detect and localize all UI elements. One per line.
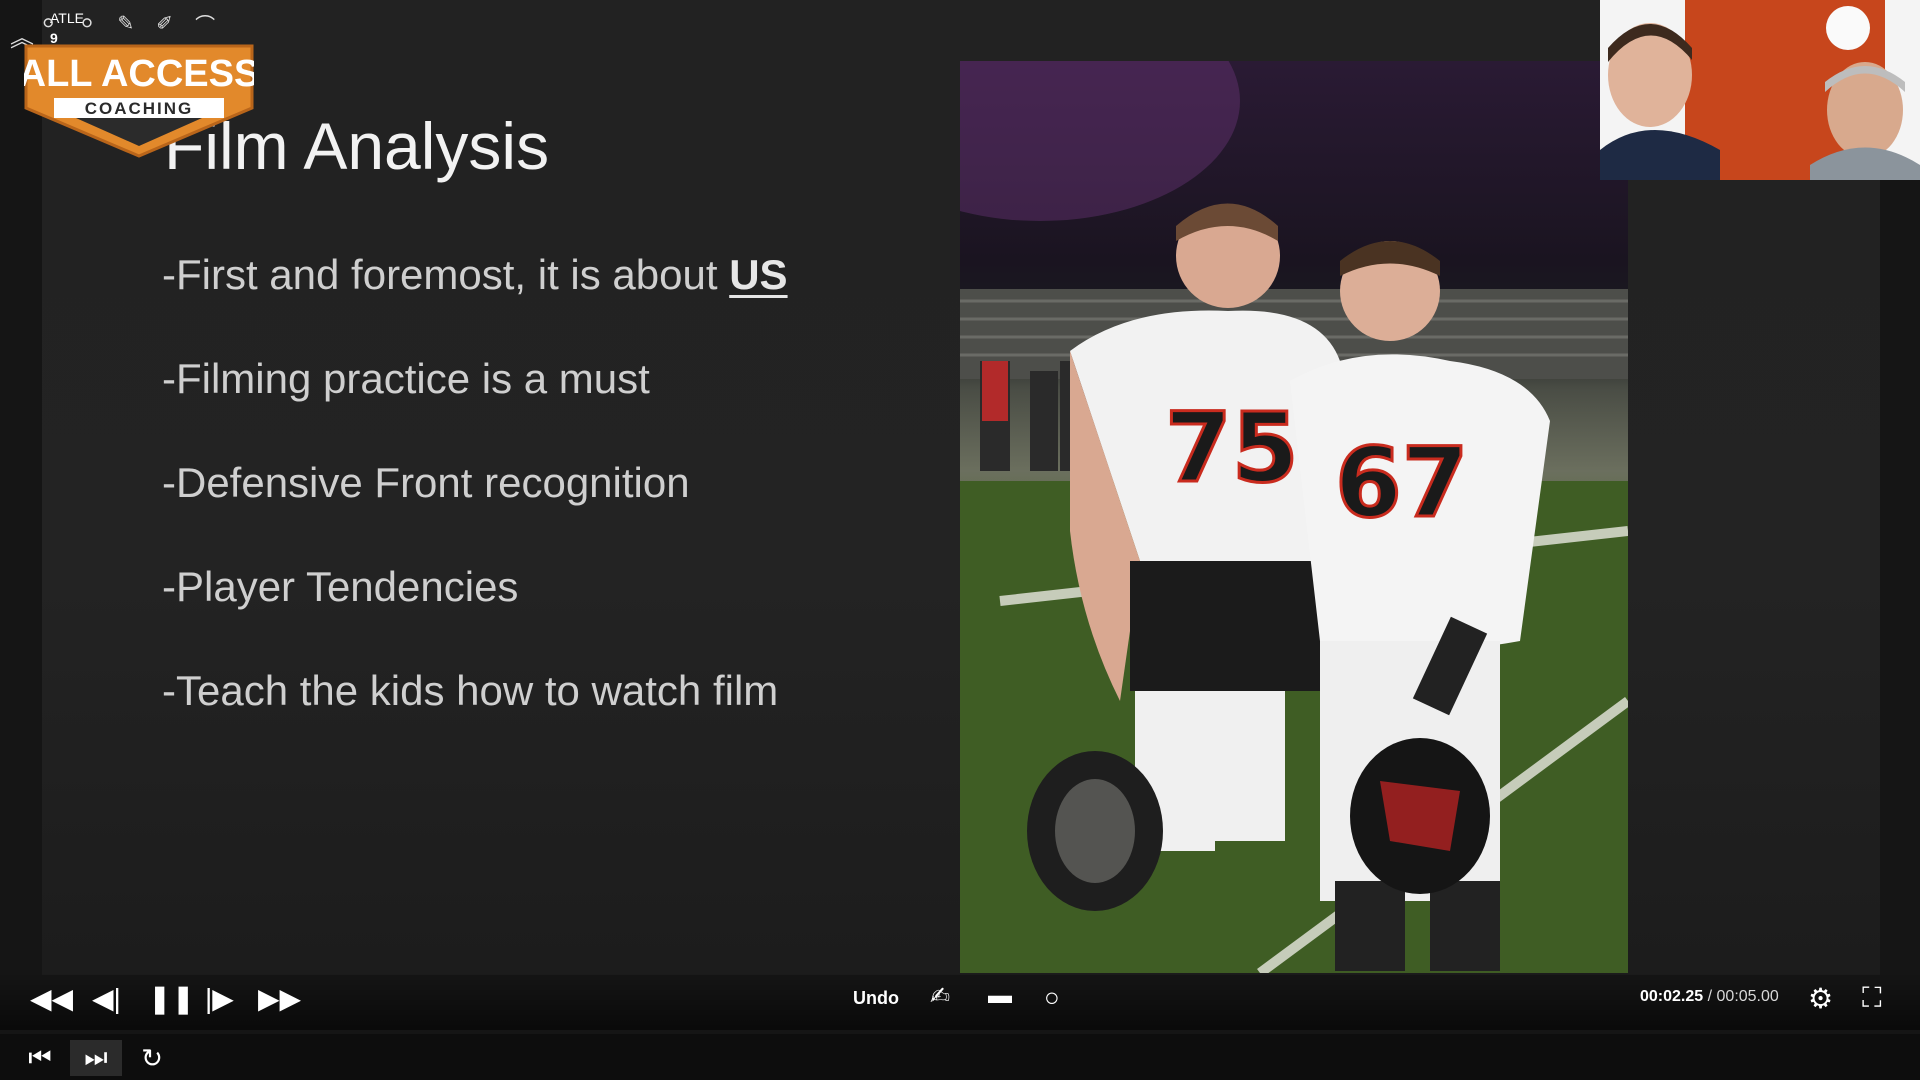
comment-icon[interactable]: ▬ [988, 982, 1012, 1010]
bullet-item: -Filming practice is a must [162, 355, 650, 402]
skip-end-icon[interactable]: ⏭ [70, 1040, 122, 1076]
circle-shape-icon[interactable]: ○ [1044, 982, 1060, 1013]
all-access-coaching-logo: ALL ACCESS COACHING [24, 44, 254, 158]
annotation-toolbar: ⚪ ⚪ ✎ ✐ ⌒ [40, 8, 215, 38]
bullet-item: -Defensive Front recognition [162, 459, 690, 506]
jersey-number: 67 [1335, 427, 1469, 539]
pencil-icon[interactable]: ✎ [118, 11, 135, 36]
current-time: 00:02.25 [1640, 988, 1704, 1005]
undo-button[interactable]: Undo [853, 988, 899, 1009]
bullet-list: -First and foremost, it is about US -Fil… [162, 250, 962, 770]
logo-text-primary: ALL ACCESS [24, 53, 254, 95]
rewind-icon[interactable]: ◀◀ [30, 982, 73, 1015]
players-photo: 75 67 [960, 61, 1628, 973]
step-forward-icon[interactable]: |▶ [205, 982, 234, 1015]
webcam-video[interactable] [1600, 0, 1920, 180]
jersey-number: 75 [1165, 392, 1299, 504]
bullet-item: -Teach the kids how to watch film [162, 667, 779, 714]
presentation-stage: Film Analysis -First and foremost, it is… [0, 0, 1920, 1080]
pen-draw-icon[interactable]: ✍ [930, 982, 950, 1011]
bullet-emphasis: US [729, 251, 788, 298]
playback-time: 00:02.25 / 00:05.00 [1640, 988, 1779, 1005]
settings-gear-icon[interactable]: ⚙ [1808, 982, 1833, 1015]
pause-icon[interactable]: ❚❚ [148, 982, 195, 1015]
circle-icon[interactable]: ⚪ [40, 11, 57, 36]
brush-icon[interactable]: ✐ [156, 11, 173, 36]
webcam-participants [1600, 0, 1920, 180]
logo-text-secondary: COACHING [85, 99, 194, 118]
duration: 00:05.00 [1716, 988, 1779, 1005]
bullet-item: -Player Tendencies [162, 563, 519, 610]
skip-start-icon[interactable]: ⏮ [14, 1040, 66, 1076]
players-illustration: 75 67 [960, 61, 1628, 973]
timeline-end-marker[interactable] [0, 1034, 1920, 1080]
circle-icon[interactable]: ⚪ [79, 11, 96, 36]
helmet-icon[interactable]: ⌒ [195, 9, 215, 38]
refresh-icon[interactable]: ↻ [126, 1040, 178, 1076]
step-back-icon[interactable]: ◀| [92, 982, 121, 1015]
fullscreen-icon[interactable]: ⛶ [1862, 982, 1882, 1015]
bullet-item: -First and foremost, it is about US [162, 251, 788, 298]
fast-forward-icon[interactable]: ▶▶ [258, 982, 301, 1015]
